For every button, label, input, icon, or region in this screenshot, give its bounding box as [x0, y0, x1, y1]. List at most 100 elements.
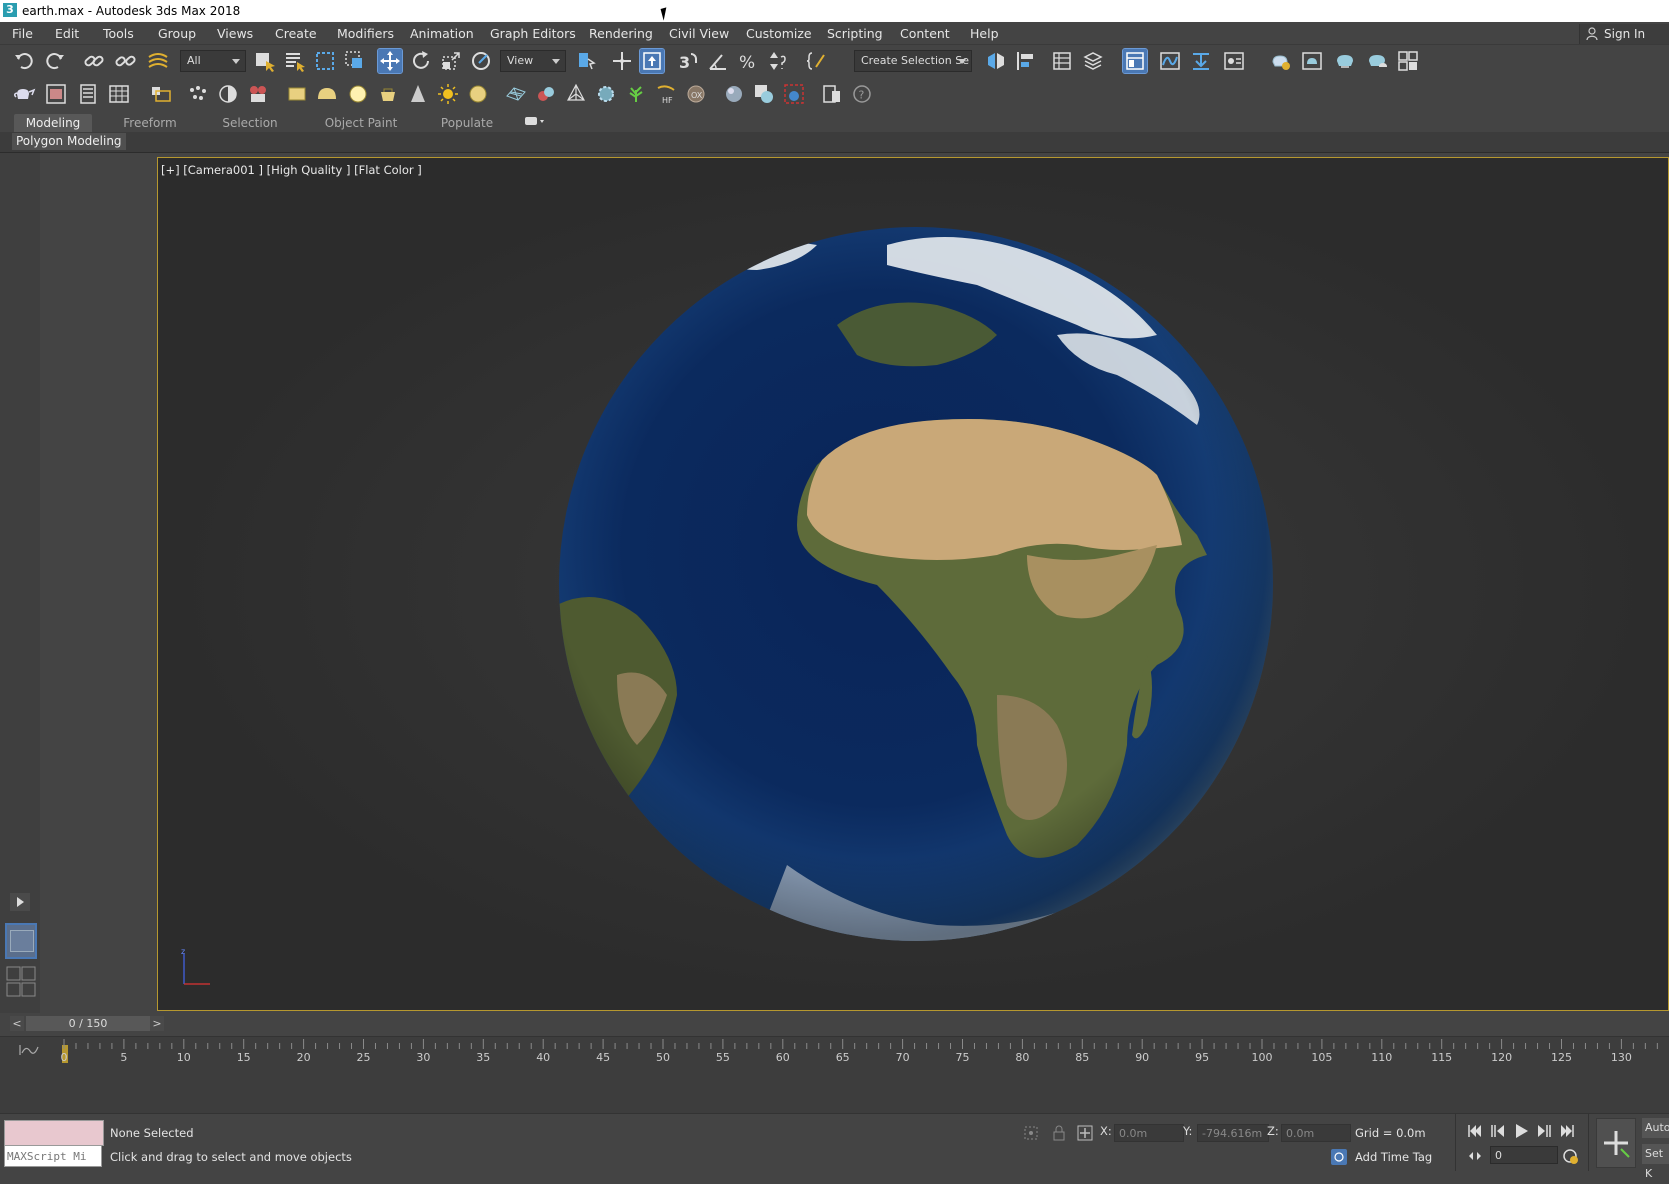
- render-production-icon[interactable]: [1333, 49, 1357, 73]
- play-icon[interactable]: [1512, 1122, 1530, 1140]
- selection-filter-dropdown[interactable]: All: [180, 50, 246, 72]
- menu-customize[interactable]: Customize: [746, 26, 812, 41]
- single-viewport-layout-icon[interactable]: [5, 923, 37, 959]
- ribbon-options-icon[interactable]: [520, 114, 550, 132]
- window-crossing-icon[interactable]: [343, 49, 367, 73]
- menu-group[interactable]: Group: [158, 26, 196, 41]
- material-sphere-icon[interactable]: [722, 82, 746, 106]
- table-view-icon[interactable]: [107, 82, 131, 106]
- z-coordinate-field[interactable]: 0.0m: [1281, 1124, 1351, 1142]
- viewport-label[interactable]: [+] [Camera001 ] [High Quality ] [Flat C…: [161, 163, 422, 177]
- time-configuration-icon[interactable]: [1561, 1147, 1579, 1165]
- unlink-icon[interactable]: [113, 49, 137, 73]
- menu-tools[interactable]: Tools: [103, 26, 134, 41]
- y-coordinate-field[interactable]: -794.616m: [1197, 1124, 1269, 1142]
- reference-coordinate-dropdown[interactable]: View: [500, 50, 566, 72]
- schematic-view-icon[interactable]: [1189, 49, 1213, 73]
- mirror-icon[interactable]: [984, 49, 1008, 73]
- expand-panel-icon[interactable]: [10, 893, 30, 911]
- render-in-cloud-icon[interactable]: [1365, 49, 1389, 73]
- particle-view-icon[interactable]: [186, 82, 210, 106]
- bind-space-warp-icon[interactable]: [146, 49, 170, 73]
- sky-light-icon[interactable]: [466, 82, 490, 106]
- next-frame-icon[interactable]: [1535, 1122, 1553, 1140]
- render-window-icon[interactable]: [44, 82, 68, 106]
- maxscript-listener-output[interactable]: [4, 1120, 104, 1146]
- menu-help[interactable]: Help: [970, 26, 999, 41]
- edit-named-selection-icon[interactable]: [806, 49, 830, 73]
- rendered-frame-window-icon[interactable]: [1300, 49, 1324, 73]
- select-manipulate-icon[interactable]: [610, 49, 634, 73]
- quad-viewport-layout-icon[interactable]: [5, 965, 37, 999]
- time-tag-icon[interactable]: [1330, 1148, 1348, 1166]
- select-and-rotate-icon[interactable]: [409, 49, 433, 73]
- toggle-ribbon-icon[interactable]: [1122, 48, 1148, 74]
- region-render-icon[interactable]: [782, 82, 806, 106]
- menu-edit[interactable]: Edit: [55, 26, 79, 41]
- cone-primitive-icon[interactable]: [406, 82, 430, 106]
- time-slider-next-button[interactable]: >: [150, 1016, 164, 1031]
- box-primitive-icon[interactable]: [285, 82, 309, 106]
- tab-populate[interactable]: Populate: [432, 114, 502, 132]
- camera-sequencer-icon[interactable]: [246, 82, 270, 106]
- polygon-modeling-panel[interactable]: Polygon Modeling: [12, 133, 126, 150]
- object-list-icon[interactable]: [76, 82, 100, 106]
- tab-modeling[interactable]: Modeling: [14, 114, 92, 132]
- layer-explorer-icon[interactable]: [1081, 49, 1105, 73]
- camera-viewport[interactable]: [+] [Camera001 ] [High Quality ] [Flat C…: [157, 157, 1669, 1011]
- cloth-icon[interactable]: OX: [684, 82, 708, 106]
- layer-manager-icon[interactable]: [149, 82, 173, 106]
- named-selection-set-dropdown[interactable]: Create Selection Se: [854, 50, 972, 72]
- help-icon[interactable]: ?: [850, 82, 874, 106]
- x-coordinate-field[interactable]: 0.0m: [1114, 1124, 1184, 1142]
- sign-in-button[interactable]: Sign In: [1579, 24, 1669, 44]
- menu-views[interactable]: Views: [217, 26, 253, 41]
- mesh-grid-icon[interactable]: [504, 82, 528, 106]
- helper-icon[interactable]: [564, 82, 588, 106]
- menu-animation[interactable]: Animation: [410, 26, 474, 41]
- hemisphere-icon[interactable]: [315, 82, 339, 106]
- rectangular-selection-icon[interactable]: [313, 49, 337, 73]
- previous-frame-icon[interactable]: [1489, 1122, 1507, 1140]
- keyboard-shortcut-override-icon[interactable]: [639, 48, 665, 74]
- set-key-mode-button[interactable]: Set K: [1642, 1144, 1669, 1180]
- angle-snap-icon[interactable]: [706, 49, 730, 73]
- align-icon[interactable]: [1014, 49, 1038, 73]
- hair-fur-icon[interactable]: HF: [654, 82, 678, 106]
- track-bar[interactable]: 0 5 10 15 20 25 30 35 40 45 50 55 60 65 70 75 80 85 90 95 10…: [0, 1036, 1669, 1113]
- earth-globe[interactable]: [557, 225, 1275, 943]
- isolate-selection-icon[interactable]: [1022, 1124, 1040, 1142]
- tab-object-paint[interactable]: Object Paint: [316, 114, 406, 132]
- menu-rendering[interactable]: Rendering: [589, 26, 653, 41]
- teapot-primitive-icon[interactable]: [376, 82, 400, 106]
- menu-civil-view[interactable]: Civil View: [669, 26, 729, 41]
- menu-graph-editors[interactable]: Graph Editors: [490, 26, 576, 41]
- material-editor-icon[interactable]: [1222, 49, 1246, 73]
- time-slider-prev-button[interactable]: <: [10, 1016, 24, 1031]
- menu-modifiers[interactable]: Modifiers: [337, 26, 394, 41]
- absolute-mode-transform-icon[interactable]: [1076, 1124, 1094, 1142]
- tab-freeform[interactable]: Freeform: [110, 114, 190, 132]
- compound-object-icon[interactable]: [534, 82, 558, 106]
- curve-editor-icon[interactable]: [1158, 49, 1182, 73]
- render-to-texture-icon[interactable]: [752, 82, 776, 106]
- auto-key-button[interactable]: Auto: [1642, 1118, 1669, 1138]
- menu-create[interactable]: Create: [275, 26, 317, 41]
- menu-scripting[interactable]: Scripting: [827, 26, 883, 41]
- select-and-move-icon[interactable]: [377, 48, 403, 74]
- key-mode-toggle-icon[interactable]: [1466, 1147, 1484, 1165]
- percent-snap-icon[interactable]: %: [736, 49, 760, 73]
- select-object-icon[interactable]: [253, 49, 277, 73]
- snaps-toggle-icon[interactable]: 3: [676, 49, 700, 73]
- gear-icon[interactable]: [594, 82, 618, 106]
- pivot-center-icon[interactable]: [574, 49, 598, 73]
- sphere-primitive-icon[interactable]: [346, 82, 370, 106]
- render-setup-icon[interactable]: [1268, 49, 1292, 73]
- maxscript-mini-listener[interactable]: MAXScript Mi: [4, 1145, 102, 1167]
- script-editor-icon[interactable]: [820, 82, 844, 106]
- current-frame-field[interactable]: 0: [1490, 1146, 1558, 1164]
- go-to-start-icon[interactable]: [1466, 1122, 1484, 1140]
- go-to-end-icon[interactable]: [1558, 1122, 1576, 1140]
- time-slider[interactable]: 0 / 150: [26, 1016, 150, 1031]
- sun-light-icon[interactable]: [436, 82, 460, 106]
